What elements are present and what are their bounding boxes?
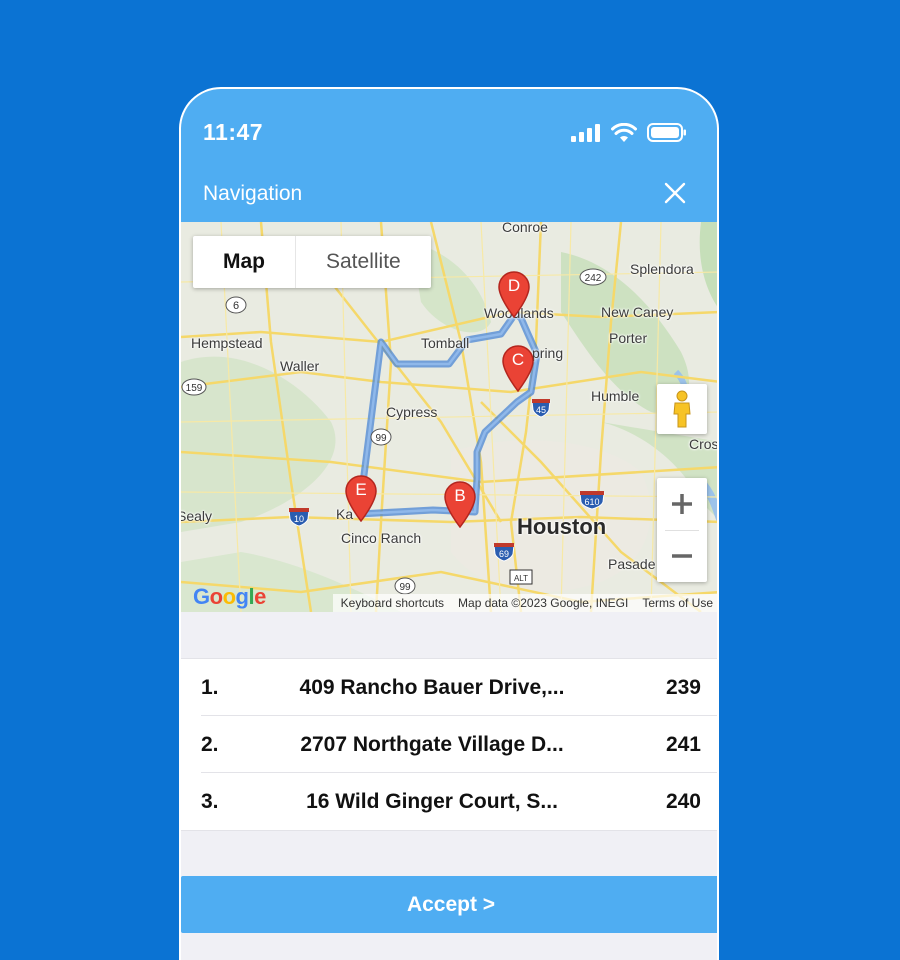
pegman-icon (673, 390, 691, 428)
cellular-signal-icon (571, 123, 600, 142)
shield-label: 159 (186, 383, 203, 394)
place-label-humble: Humble (591, 388, 640, 404)
navigation-header: 11:47 Navigation (181, 89, 717, 222)
list-item[interactable]: 1. 409 Rancho Bauer Drive,... 239 (181, 659, 717, 716)
place-label-porter: Porter (609, 330, 648, 346)
shield-label: 69 (499, 549, 509, 559)
road-shield-610: 610 (579, 491, 605, 510)
place-label-tomball: Tomball (421, 335, 470, 351)
marker-letter: C (511, 350, 525, 369)
road-shield-6: 6 (225, 296, 247, 314)
map-marker-e[interactable]: E (344, 474, 378, 522)
street-view-button[interactable] (657, 384, 707, 434)
battery-icon (647, 123, 686, 142)
road-shield-159: 159 (181, 378, 207, 396)
list-item-index: 1. (201, 676, 219, 699)
list-item[interactable]: 2. 2707 Northgate Village D... 241 (181, 716, 717, 773)
status-icons (571, 123, 687, 142)
list-item-value: 240 (665, 790, 701, 813)
place-label-pasadena: Pasade (608, 556, 656, 572)
shield-label: 99 (399, 582, 411, 593)
zoom-in-button[interactable] (657, 478, 707, 530)
road-shield-69: 69 (493, 543, 515, 562)
route-map[interactable]: 6 159 242 45 99 10 610 69 ALT 99 Conroe … (181, 222, 719, 612)
map-attribution: Keyboard shortcuts Map data ©2023 Google… (332, 594, 717, 612)
map-marker-d[interactable]: D (497, 270, 531, 318)
map-type-map-button[interactable]: Map (193, 236, 296, 288)
place-label-houston: Houston (517, 514, 607, 539)
list-item-address: 2707 Northgate Village D... (300, 733, 564, 756)
marker-letter: E (355, 480, 367, 499)
map-data-credit: Map data ©2023 Google, INEGI (458, 596, 629, 610)
keyboard-shortcuts-link[interactable]: Keyboard shortcuts (341, 594, 444, 612)
road-shield-99: 99 (370, 428, 392, 446)
zoom-out-button[interactable] (657, 530, 707, 582)
status-bar: 11:47 (181, 89, 717, 177)
shield-label: 99 (375, 433, 387, 444)
place-label-crosby: Cros (689, 436, 719, 452)
place-label-spring: pring (532, 345, 564, 361)
shield-label: ALT (514, 574, 528, 583)
shield-label: 242 (585, 273, 602, 284)
road-shield-242: 242 (579, 268, 607, 286)
map-marker-c[interactable]: C (501, 344, 535, 392)
place-label-splendora: Splendora (630, 261, 694, 277)
map-type-satellite-button[interactable]: Satellite (296, 236, 431, 288)
close-icon (664, 182, 686, 204)
phone-screen: 11:47 Navigation 6 159 242 45 99 10 610 … (179, 87, 719, 960)
list-item-value: 239 (665, 676, 701, 699)
shield-label: 610 (584, 497, 599, 507)
plus-icon (672, 494, 692, 514)
road-shield-99-south: 99 (394, 577, 416, 595)
place-label-cypress: Cypress (386, 404, 438, 420)
map-marker-b[interactable]: B (443, 480, 477, 528)
accept-button[interactable]: Accept > (181, 876, 717, 933)
map-type-toggle: Map Satellite (193, 236, 431, 288)
close-button[interactable] (663, 181, 687, 205)
wifi-icon (611, 123, 637, 142)
google-logo: Google (193, 584, 266, 609)
zoom-controls (657, 478, 707, 582)
road-shield-10: 10 (288, 508, 310, 527)
marker-letter: D (507, 276, 521, 295)
place-label-hempstead: Hempstead (191, 335, 263, 351)
route-list: 1. 409 Rancho Bauer Drive,... 239 2. 270… (181, 658, 717, 831)
list-item-value: 241 (665, 733, 701, 756)
marker-letter: B (454, 486, 466, 505)
road-shield-45: 45 (531, 399, 551, 418)
shield-label: 45 (536, 405, 546, 415)
zoom-divider (665, 530, 699, 531)
terms-of-use-link[interactable]: Terms of Use (642, 594, 713, 612)
place-label-waller: Waller (280, 358, 320, 374)
place-label-sealy: Sealy (181, 508, 213, 524)
list-item-index: 3. (201, 790, 219, 813)
shield-label: 6 (233, 300, 239, 312)
place-label-conroe: Conroe (502, 222, 548, 235)
list-item-index: 2. (201, 733, 219, 756)
road-shield-alt: ALT (509, 569, 533, 585)
list-item-address: 16 Wild Ginger Court, S... (306, 790, 558, 813)
list-item[interactable]: 3. 16 Wild Ginger Court, S... 240 (181, 773, 717, 830)
place-label-new-caney: New Caney (601, 304, 674, 320)
minus-icon (672, 554, 692, 558)
place-label-cinco-ranch: Cinco Ranch (341, 530, 422, 546)
status-time: 11:47 (203, 119, 264, 145)
list-item-address: 409 Rancho Bauer Drive,... (299, 676, 565, 699)
page-title: Navigation (203, 182, 303, 205)
shield-label: 10 (294, 514, 304, 524)
